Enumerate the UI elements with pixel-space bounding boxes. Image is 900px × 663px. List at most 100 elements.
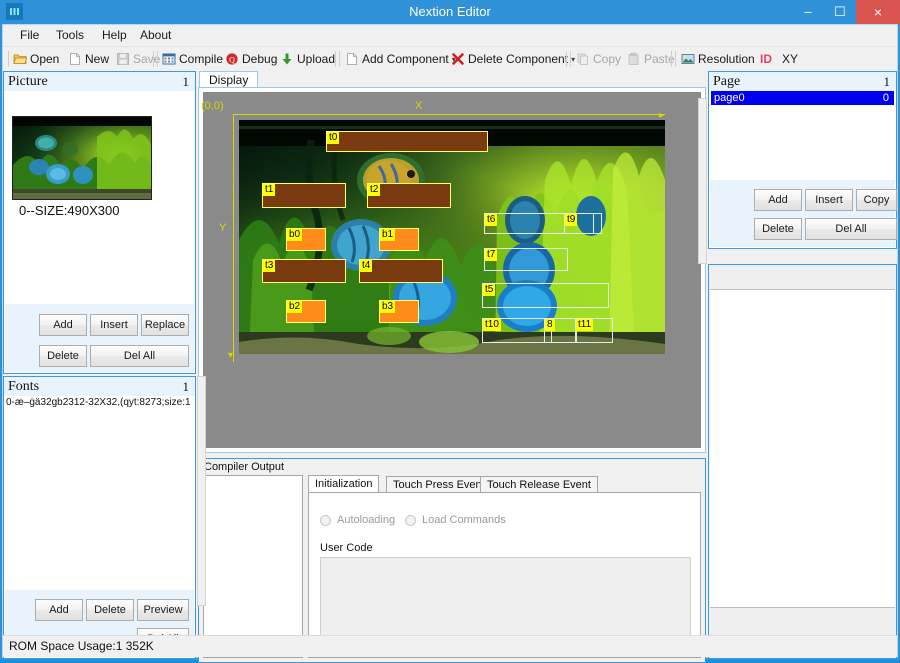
component-t2[interactable]: t2	[367, 183, 451, 208]
fonts-list[interactable]: 0-æ–ġä32gb2312-32X32,(qyt:8273;size:1 05	[5, 396, 194, 592]
menu-help[interactable]: Help	[95, 27, 134, 44]
paste-button[interactable]: Paste	[627, 49, 675, 69]
component-t5-label: t5	[483, 284, 495, 296]
component-8[interactable]: 8	[544, 318, 577, 343]
id-toggle-button[interactable]: ID	[760, 49, 772, 69]
minimize-button[interactable]: –	[792, 0, 824, 24]
page-panel-header: Page 1	[709, 72, 896, 91]
picture-panel-footer: Add Insert Replace Delete Del All	[5, 304, 194, 372]
fonts-preview-button[interactable]: Preview	[137, 599, 189, 621]
menu-about[interactable]: About	[133, 27, 178, 44]
copy-button[interactable]: Copy	[576, 49, 621, 69]
component-b0[interactable]: b0	[286, 228, 326, 251]
page-copy-button[interactable]: Copy	[856, 189, 897, 211]
maximize-button[interactable]: ☐	[824, 0, 856, 24]
list-item[interactable]: page0 0	[711, 91, 894, 105]
debug-label: Debug	[242, 52, 277, 66]
delete-component-chevron-down-icon[interactable]: ▾	[571, 55, 575, 64]
open-label: Open	[30, 52, 59, 66]
attribute-panel-body[interactable]	[710, 290, 895, 608]
folder-open-icon	[13, 52, 27, 66]
component-t1[interactable]: t1	[262, 183, 346, 208]
menu-file[interactable]: File	[13, 27, 46, 44]
component-b2[interactable]: b2	[286, 300, 326, 323]
page-del-all-button[interactable]: Del All	[805, 218, 897, 240]
compile-label: Compile	[179, 52, 223, 66]
picture-item-label[interactable]: 0--SIZE:490X300	[19, 203, 119, 218]
fonts-delete-button[interactable]: Delete	[86, 599, 134, 621]
component-t11[interactable]: t11	[575, 318, 613, 343]
picture-panel-header: Picture 1	[4, 72, 195, 91]
page-delete-button[interactable]: Delete	[754, 218, 802, 240]
tab-initialization[interactable]: Initialization	[308, 475, 379, 493]
compile-button[interactable]: Compile	[162, 49, 223, 69]
component-t4-label: t4	[360, 260, 372, 272]
component-b1[interactable]: b1	[379, 228, 419, 251]
component-t10[interactable]: t10	[482, 318, 552, 343]
upload-button[interactable]: Upload	[280, 49, 335, 69]
toolbar-separator-5	[566, 51, 567, 67]
y-axis-line	[233, 114, 234, 362]
delete-component-button[interactable]: Delete Component▾	[451, 49, 575, 69]
picture-delete-button[interactable]: Delete	[39, 345, 87, 367]
page-panel: Page 1 page0 0 Add Insert Copy Delete De…	[708, 71, 897, 249]
fonts-panel-header: Fonts 1	[4, 377, 195, 396]
debug-button[interactable]: Q Debug	[225, 49, 277, 69]
radio-load-commands-dot-icon	[405, 515, 416, 526]
tab-touch-press-event[interactable]: Touch Press Event	[386, 476, 492, 493]
tab-touch-release-event[interactable]: Touch Release Event	[480, 476, 598, 493]
page-add-button[interactable]: Add	[754, 189, 802, 211]
compile-icon	[162, 52, 176, 66]
toolbar-separator-4	[339, 51, 340, 67]
fonts-panel-title: Fonts	[8, 377, 39, 396]
component-t3-label: t3	[263, 260, 275, 272]
attribute-panel-header	[710, 266, 895, 290]
component-t0[interactable]: t0	[326, 131, 488, 152]
right-panel-scrollbar[interactable]	[698, 98, 707, 264]
picture-add-button[interactable]: Add	[39, 314, 87, 336]
user-code-label: User Code	[320, 542, 373, 554]
picture-replace-button[interactable]: Replace	[141, 314, 189, 336]
new-file-icon	[68, 52, 82, 66]
component-t4[interactable]: t4	[359, 259, 443, 283]
picture-list[interactable]: 0--SIZE:490X300	[5, 91, 194, 306]
delete-component-label: Delete Component	[468, 52, 568, 66]
component-t9[interactable]: t9	[564, 213, 602, 234]
page-background-image[interactable]: t0 t1 t2 b0 b1	[239, 120, 665, 354]
picture-del-all-button[interactable]: Del All	[90, 345, 189, 367]
design-canvas[interactable]: (0,0) X Y ▸ ▾	[203, 92, 701, 448]
page-list[interactable]: page0 0	[710, 91, 895, 181]
component-t7[interactable]: t7	[484, 248, 568, 271]
new-label: New	[85, 52, 109, 66]
open-button[interactable]: Open	[13, 49, 59, 69]
radio-load-commands-label: Load Commands	[422, 514, 506, 526]
menu-tools[interactable]: Tools	[49, 27, 91, 44]
compiler-output-textarea[interactable]	[203, 475, 303, 658]
tab-display[interactable]: Display	[199, 71, 258, 88]
new-button[interactable]: New	[68, 49, 109, 69]
fonts-add-button[interactable]: Add	[35, 599, 83, 621]
component-t11-label: t11	[576, 319, 593, 331]
radio-autoloading-label: Autoloading	[337, 514, 395, 526]
xy-toggle-button[interactable]: XY	[782, 49, 798, 69]
add-component-button[interactable]: Add Component▾	[345, 49, 456, 69]
component-t3[interactable]: t3	[262, 259, 346, 283]
picture-thumbnail[interactable]	[12, 116, 152, 200]
toolbar: Open New Save	[3, 46, 897, 70]
picture-panel-title: Picture	[8, 72, 48, 91]
component-t9-label: t9	[565, 214, 577, 226]
delete-x-icon	[451, 52, 465, 66]
picture-insert-button[interactable]: Insert	[90, 314, 138, 336]
left-panel-scrollbar[interactable]	[197, 376, 206, 606]
resolution-button[interactable]: Resolution	[681, 49, 755, 69]
component-b3[interactable]: b3	[379, 300, 419, 323]
page-insert-button[interactable]: Insert	[805, 189, 853, 211]
component-t5[interactable]: t5	[482, 283, 609, 308]
attribute-panel	[708, 264, 897, 659]
close-button[interactable]: ×	[856, 0, 900, 24]
font-list-item[interactable]: 0-æ–ġä32gb2312-32X32,(qyt:8273;size:1 05	[6, 396, 193, 409]
debug-icon: Q	[225, 52, 239, 66]
toolbar-separator-8	[675, 51, 676, 67]
paste-icon	[627, 52, 641, 66]
component-b3-label: b3	[380, 301, 395, 313]
